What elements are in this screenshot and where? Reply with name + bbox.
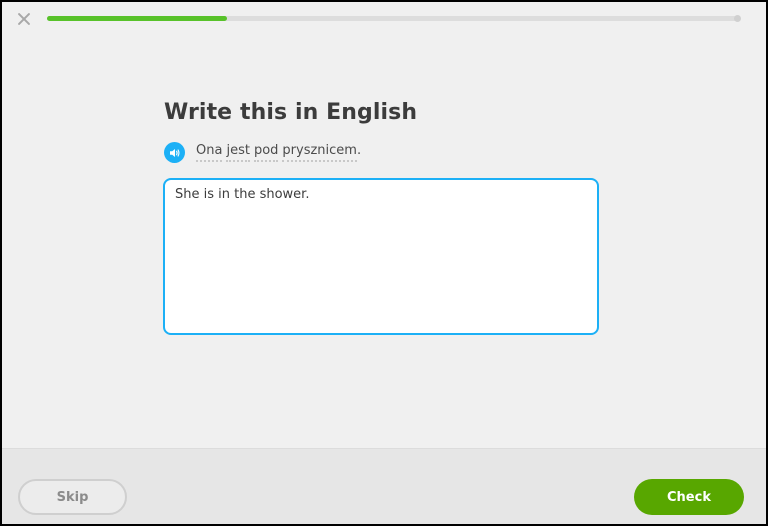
speaker-icon[interactable] xyxy=(164,142,185,163)
prompt-row: Ona jest pod prysznicem . xyxy=(164,142,361,163)
answer-input[interactable]: She is in the shower. xyxy=(163,178,599,335)
prompt-word[interactable]: pod xyxy=(253,143,279,162)
lesson-progress-bar xyxy=(47,15,741,22)
prompt-sentence: Ona jest pod prysznicem . xyxy=(196,143,361,162)
footer: Skip Check xyxy=(2,448,766,524)
prompt-punctuation: . xyxy=(356,143,362,158)
prompt-word[interactable]: jest xyxy=(226,143,250,162)
prompt-word[interactable]: Ona xyxy=(196,143,223,162)
challenge-title: Write this in English xyxy=(164,100,418,125)
lesson-window: Write this in English Ona jest pod prysz… xyxy=(2,2,766,524)
check-button[interactable]: Check xyxy=(634,479,744,515)
close-icon[interactable] xyxy=(16,11,32,27)
progress-fill xyxy=(47,16,227,21)
skip-button[interactable]: Skip xyxy=(18,479,127,515)
progress-end-dot xyxy=(734,15,741,22)
prompt-word[interactable]: prysznicem xyxy=(282,143,357,162)
